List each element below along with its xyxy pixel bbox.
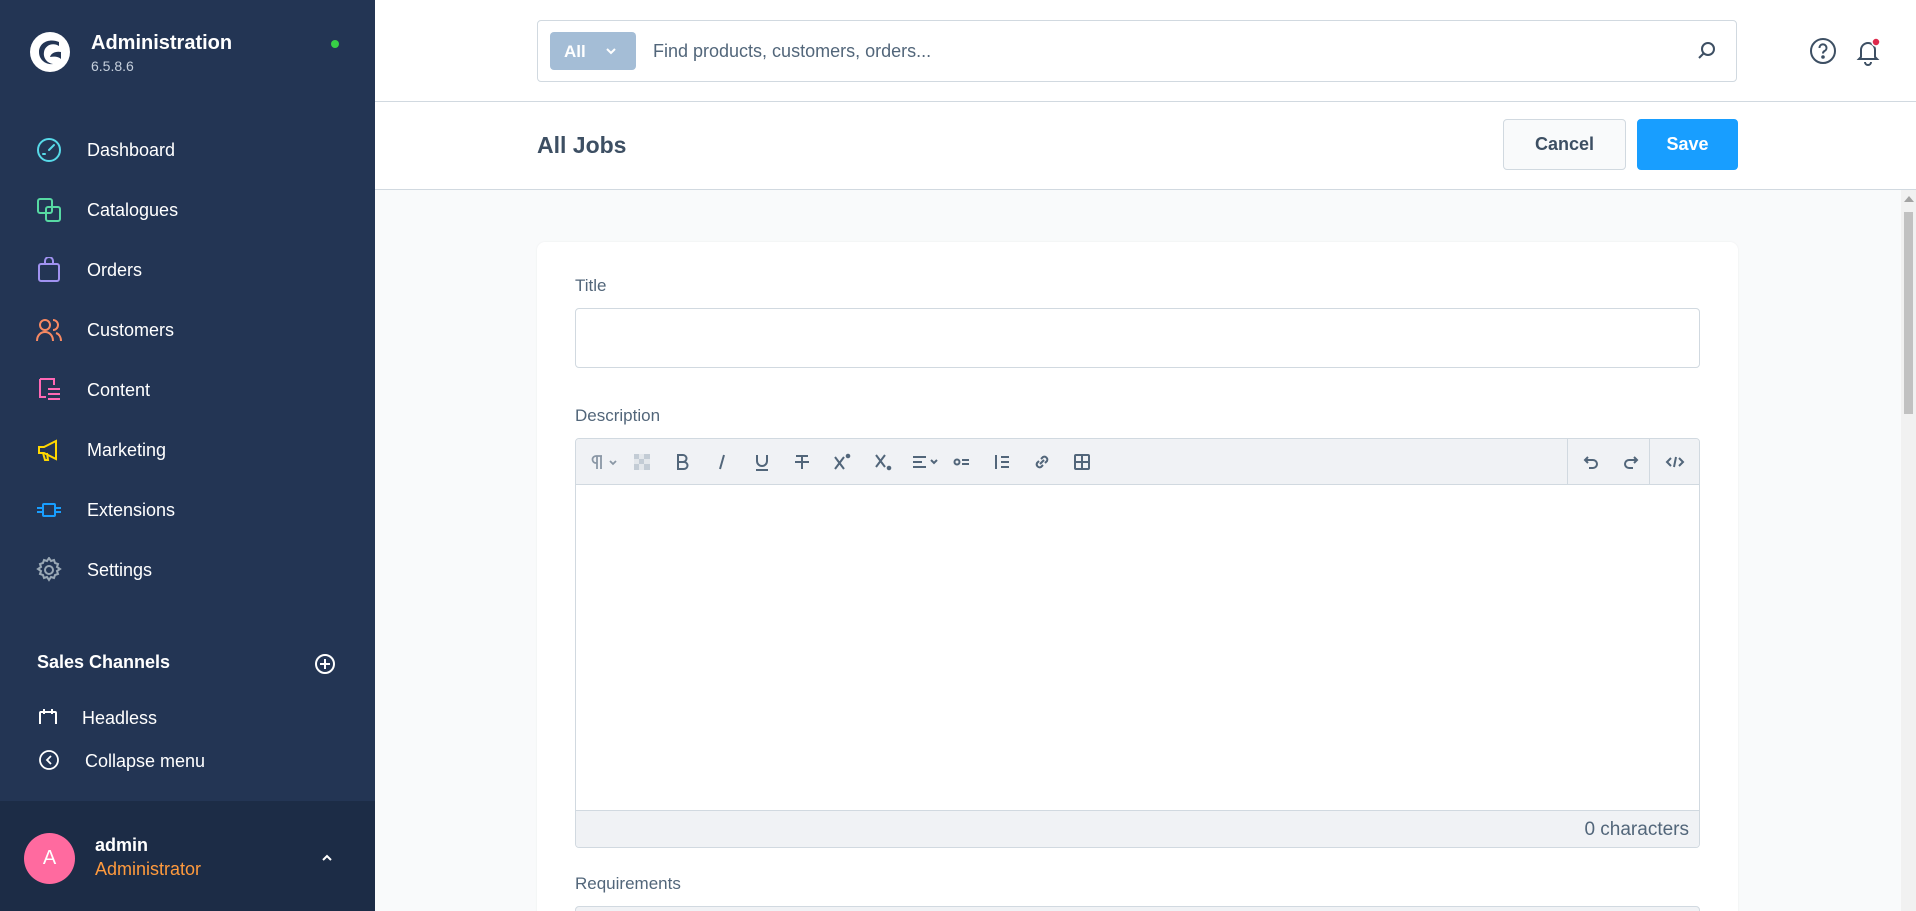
description-editor: 0 characters xyxy=(575,438,1700,848)
text-align-icon[interactable] xyxy=(910,451,944,473)
nav-label: Orders xyxy=(87,260,143,280)
chevron-down-icon xyxy=(606,48,616,55)
nav-item-catalogues[interactable]: Catalogues xyxy=(0,180,375,240)
search-input[interactable] xyxy=(653,34,1653,68)
table-icon[interactable] xyxy=(1071,451,1093,473)
brand: Administration 6.5.8.6 xyxy=(0,0,375,100)
scroll-up-arrow-icon[interactable] xyxy=(1904,196,1914,202)
dashboard-icon xyxy=(37,138,61,162)
toolbar-divider xyxy=(1649,439,1650,485)
unordered-list-icon[interactable] xyxy=(951,451,973,473)
editor-toolbar xyxy=(576,439,1699,485)
redo-icon[interactable] xyxy=(1620,451,1642,473)
search-icon[interactable] xyxy=(1696,40,1718,62)
content-scrollbar[interactable] xyxy=(1901,190,1916,911)
global-search: All xyxy=(537,20,1737,82)
editor-footer: 0 characters xyxy=(576,810,1699,847)
nav-label: Customers xyxy=(87,320,175,340)
requirements-editor[interactable] xyxy=(575,906,1700,911)
background-color-icon[interactable] xyxy=(631,451,653,473)
user-name: admin xyxy=(95,835,149,855)
settings-icon xyxy=(36,557,62,582)
italic-icon[interactable] xyxy=(711,451,733,473)
search-type-dropdown[interactable]: All xyxy=(550,32,636,70)
nav-item-content[interactable]: Content xyxy=(0,360,375,420)
user-profile[interactable]: A admin Administrator xyxy=(0,801,375,911)
chevron-left-circle-icon xyxy=(39,750,59,770)
notification-bell-icon[interactable] xyxy=(1853,36,1883,66)
sales-channel-item-headless[interactable]: Headless xyxy=(0,700,375,724)
paragraph-format-icon[interactable] xyxy=(588,451,622,473)
avatar: A xyxy=(24,833,75,884)
undo-icon[interactable] xyxy=(1580,451,1602,473)
title-input[interactable] xyxy=(575,308,1700,368)
toolbar-divider xyxy=(1567,439,1568,485)
chevron-up-icon[interactable] xyxy=(318,849,336,867)
superscript-icon[interactable] xyxy=(831,451,853,473)
ordered-list-icon[interactable] xyxy=(991,451,1013,473)
character-count: 0 characters xyxy=(1584,819,1689,840)
nav-item-dashboard[interactable]: Dashboard xyxy=(0,120,375,180)
scrollbar-thumb[interactable] xyxy=(1904,212,1913,414)
nav-item-settings[interactable]: Settings xyxy=(0,540,375,600)
add-sales-channel-icon[interactable] xyxy=(314,653,336,675)
nav-label: Content xyxy=(87,380,151,400)
nav-label: Dashboard xyxy=(87,140,176,160)
save-button[interactable]: Save xyxy=(1637,119,1738,170)
collapse-menu-button[interactable]: Collapse menu xyxy=(0,742,375,782)
sales-channels-heading: Sales Channels xyxy=(37,652,171,672)
sales-channel-label: Headless xyxy=(82,708,158,724)
subscript-icon[interactable] xyxy=(872,451,894,473)
nav-label: Extensions xyxy=(87,500,176,520)
main-content: Title Description 0 characters Requireme… xyxy=(375,190,1901,911)
description-label: Description xyxy=(575,406,661,425)
bold-icon[interactable] xyxy=(671,451,693,473)
help-icon[interactable] xyxy=(1809,37,1837,65)
nav-item-extensions[interactable]: Extensions xyxy=(0,480,375,540)
top-bar: All xyxy=(375,0,1916,102)
collapse-menu-label: Collapse menu xyxy=(85,751,206,771)
content-icon xyxy=(39,378,60,400)
code-view-icon[interactable] xyxy=(1664,451,1686,473)
main-navigation: Dashboard Catalogues Orders Customers Co… xyxy=(0,120,375,600)
brand-version: 6.5.8.6 xyxy=(91,58,134,74)
headless-channel-icon xyxy=(39,709,57,724)
nav-label: Settings xyxy=(87,560,153,580)
underline-icon[interactable] xyxy=(751,451,773,473)
marketing-icon xyxy=(38,439,57,461)
job-form-card: Title Description 0 characters Requireme… xyxy=(537,242,1738,911)
nav-item-marketing[interactable]: Marketing xyxy=(0,420,375,480)
cancel-button[interactable]: Cancel xyxy=(1503,119,1626,170)
strikethrough-icon[interactable] xyxy=(791,451,813,473)
user-role: Administrator xyxy=(95,859,202,879)
nav-label: Catalogues xyxy=(87,200,179,220)
status-online-indicator xyxy=(331,40,339,48)
extensions-icon xyxy=(37,503,61,517)
brand-title: Administration xyxy=(91,32,233,54)
nav-item-customers[interactable]: Customers xyxy=(0,300,375,360)
title-label: Title xyxy=(575,276,607,295)
page-header: All Jobs Cancel Save xyxy=(375,102,1916,190)
link-icon[interactable] xyxy=(1031,451,1053,473)
description-editor-body[interactable] xyxy=(576,485,1699,810)
requirements-label: Requirements xyxy=(575,874,681,893)
nav-label: Marketing xyxy=(87,440,167,460)
shopware-logo-icon[interactable] xyxy=(28,30,72,74)
catalogues-icon xyxy=(37,198,61,222)
sidebar: Administration 6.5.8.6 Dashboard Catalog… xyxy=(0,0,375,911)
orders-icon xyxy=(38,257,60,282)
page-title: All Jobs xyxy=(537,132,627,158)
customers-icon xyxy=(36,319,62,342)
search-type-label: All xyxy=(564,42,586,61)
nav-item-orders[interactable]: Orders xyxy=(0,240,375,300)
